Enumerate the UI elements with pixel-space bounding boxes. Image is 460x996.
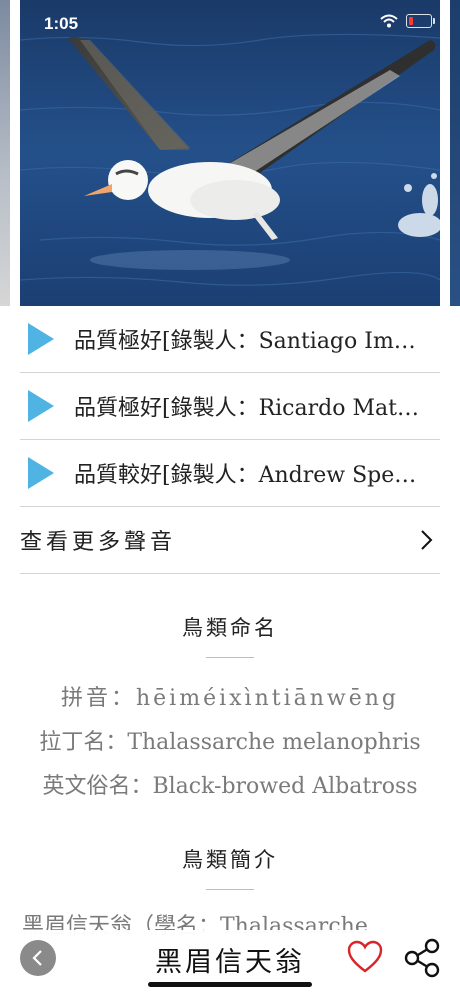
heart-icon[interactable] (347, 940, 383, 974)
battery-icon (406, 14, 435, 28)
previous-photo-edge[interactable] (0, 0, 10, 306)
sound-label: 品質極好[錄製人：Santiago Im… (74, 329, 416, 354)
play-icon[interactable] (26, 455, 56, 491)
bird-name-title: 黑眉信天翁 (155, 947, 305, 978)
play-icon[interactable] (26, 388, 56, 424)
intro-section-divider (206, 889, 254, 890)
share-icon[interactable] (402, 938, 442, 978)
english-name: 英文俗名：Black-browed Albatross (42, 774, 418, 799)
sound-label: 品質極好[錄製人：Ricardo Mat… (74, 396, 419, 421)
more-sounds-label: 查看更多聲音 (20, 530, 177, 555)
sound-label: 品質較好[錄製人：Andrew Spe… (74, 463, 417, 488)
status-time: 1:05 (44, 14, 79, 33)
home-indicator (148, 982, 312, 987)
latin-name: 拉丁名：Thalassarche melanophris (39, 730, 421, 755)
status-icons (380, 14, 435, 28)
bird-photo (20, 0, 440, 306)
intro-section-title: 鳥類簡介 (182, 848, 278, 872)
naming-section-title: 鳥類命名 (182, 616, 278, 640)
next-photo-edge[interactable] (450, 0, 460, 306)
chevron-right-icon (421, 530, 433, 550)
hero-photo[interactable]: 1:05 (0, 0, 460, 306)
pinyin-name: 拼音：hēiméixìntiānwēng (60, 686, 400, 711)
more-sounds-row[interactable]: 查看更多聲音 (20, 507, 440, 574)
sound-item[interactable]: 品質極好[錄製人：Santiago Im… (20, 306, 440, 373)
naming-section-divider (206, 657, 254, 658)
wifi-icon (380, 14, 398, 28)
sound-item[interactable]: 品質極好[錄製人：Ricardo Mat… (20, 373, 440, 440)
play-icon[interactable] (26, 321, 56, 357)
sound-item[interactable]: 品質較好[錄製人：Andrew Spe… (20, 440, 440, 507)
sound-list: 品質極好[錄製人：Santiago Im… 品質極好[錄製人：Ricardo M… (20, 306, 440, 574)
